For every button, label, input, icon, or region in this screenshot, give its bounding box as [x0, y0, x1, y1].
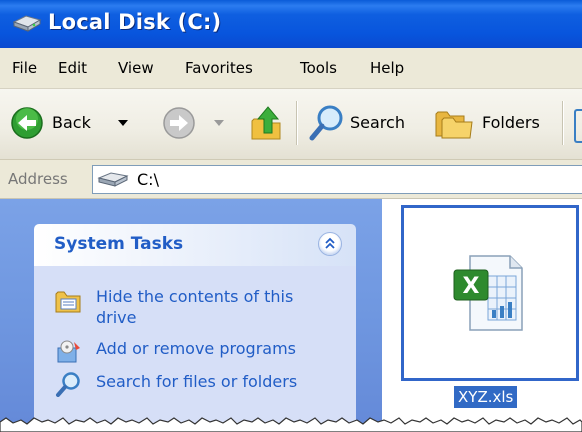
programs-icon	[57, 340, 80, 363]
toolbar-separator	[562, 101, 564, 145]
back-dropdown-icon[interactable]	[118, 120, 128, 128]
toolbar: Back Search Folders	[0, 89, 582, 160]
title-bar[interactable]: Local Disk (C:)	[0, 0, 582, 48]
menu-edit[interactable]: Edit	[58, 59, 87, 77]
task-label: Search for files or folders	[96, 372, 298, 391]
address-input[interactable]: C:\	[92, 165, 582, 194]
collapse-button[interactable]	[318, 232, 342, 256]
folders-icon	[435, 111, 473, 139]
forward-dropdown-icon[interactable]	[214, 120, 224, 128]
excel-letter: X	[463, 274, 480, 299]
menu-bar: File Edit View Favorites Tools Help	[0, 48, 582, 89]
folders-label: Folders	[482, 113, 540, 132]
back-button[interactable]: Back	[10, 104, 154, 144]
forward-arrow-icon	[163, 107, 195, 139]
views-button-partial[interactable]	[574, 109, 582, 143]
address-value: C:\	[137, 170, 159, 189]
search-button[interactable]: Search	[308, 104, 424, 144]
toolbar-separator	[296, 101, 298, 145]
task-pane: System Tasks Hide the contents of this d…	[0, 199, 382, 432]
task-label: Add or remove programs	[96, 339, 296, 358]
file-list: X XYZ.xls	[382, 199, 582, 432]
chevron-up-icon	[325, 237, 335, 249]
forward-button[interactable]	[162, 104, 230, 144]
task-label: Hide the contents of this drive	[96, 287, 294, 327]
back-arrow-icon	[11, 107, 43, 139]
menu-help[interactable]: Help	[370, 59, 404, 77]
excel-file-icon: X	[453, 255, 523, 331]
menu-view[interactable]: View	[118, 59, 154, 77]
back-label: Back	[52, 113, 91, 132]
menu-tools[interactable]: Tools	[300, 59, 337, 77]
address-label: Address	[8, 170, 68, 188]
torn-edge	[0, 417, 582, 432]
folder-view-icon	[55, 291, 81, 313]
folders-button[interactable]: Folders	[434, 104, 554, 144]
menu-favorites[interactable]: Favorites	[185, 59, 253, 77]
file-name-label[interactable]: XYZ.xls	[454, 386, 518, 408]
up-folder-icon[interactable]	[248, 103, 286, 143]
search-icon	[56, 372, 80, 397]
system-tasks-title: System Tasks	[54, 234, 184, 254]
menu-file[interactable]: File	[12, 59, 37, 77]
drive-icon	[97, 172, 129, 187]
system-tasks-header[interactable]: System Tasks	[34, 224, 356, 266]
file-item-selection[interactable]: X	[401, 205, 579, 381]
window-title: Local Disk (C:)	[48, 10, 222, 34]
search-icon	[309, 105, 343, 141]
system-tasks-body: Hide the contents of this drive Add or r…	[34, 266, 356, 432]
drive-icon	[12, 15, 42, 32]
address-bar: Address C:\	[0, 160, 582, 199]
search-label: Search	[350, 113, 405, 132]
